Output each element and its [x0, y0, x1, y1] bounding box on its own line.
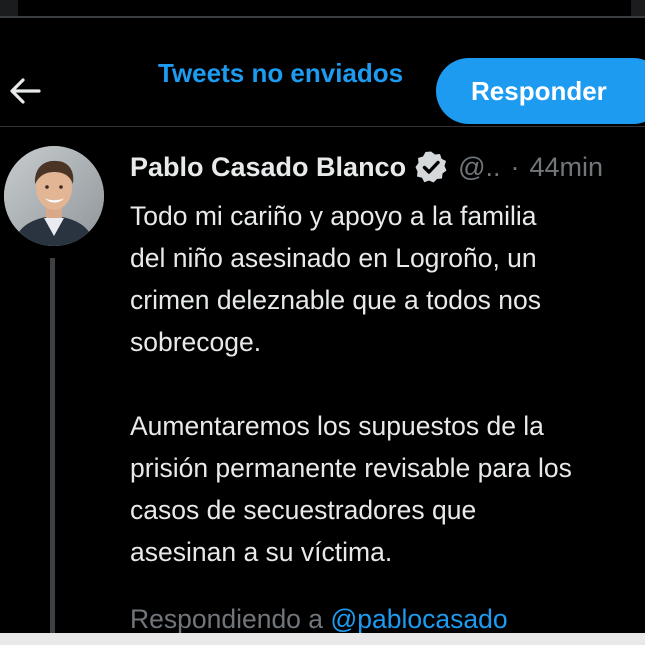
reply-button[interactable]: Responder: [436, 58, 645, 124]
window-edge-right: [631, 0, 645, 16]
replying-to-mention[interactable]: @pablocasado: [330, 604, 507, 634]
replying-to-label: Respondiendo a: [130, 604, 324, 634]
thread-connector-line: [50, 258, 55, 638]
author-name[interactable]: Pablo Casado Blanco: [130, 152, 406, 183]
unsent-tweets-link[interactable]: Tweets no enviados: [158, 58, 403, 89]
avatar[interactable]: [4, 146, 104, 246]
arrow-left-icon: [10, 78, 41, 104]
tweet-text-line: Todo mi cariño y apoyo a la familia: [130, 201, 537, 231]
verified-badge-icon: [415, 151, 447, 183]
meta-separator: ·: [510, 151, 520, 182]
window-edge-left: [0, 0, 18, 16]
tweet-timestamp[interactable]: 44min: [530, 152, 604, 183]
bottom-edge-bar: [0, 633, 645, 645]
tweet-text-line: asesinan a su víctima.: [130, 537, 393, 567]
replying-to-line: Respondiendo a @pablocasado: [130, 604, 508, 635]
tweet-text-line: crimen deleznable que a todos nos: [130, 285, 542, 315]
back-button[interactable]: [6, 72, 44, 110]
profile-photo: [4, 146, 104, 246]
reply-button-label: Responder: [471, 75, 607, 106]
tweet-text-line: prisión permanente revisable para los: [130, 453, 572, 483]
window-top-strip: [0, 0, 645, 18]
tweet-text-line: sobrecoge.: [130, 327, 262, 357]
tweet-text-line: del niño asesinado en Logroño, un: [130, 243, 537, 273]
compose-header: Tweets no enviados Responder: [0, 18, 645, 126]
header-divider: [0, 126, 645, 127]
tweet-text: Todo mi cariño y apoyo a la familia del …: [130, 195, 645, 573]
tweet-text-line: casos de secuestradores que: [130, 495, 477, 525]
tweet-text-line: Aumentaremos los supuestos de la: [130, 411, 544, 441]
author-handle[interactable]: @..: [458, 152, 500, 183]
tweet-header: Pablo Casado Blanco @.. · 44min: [130, 150, 603, 184]
